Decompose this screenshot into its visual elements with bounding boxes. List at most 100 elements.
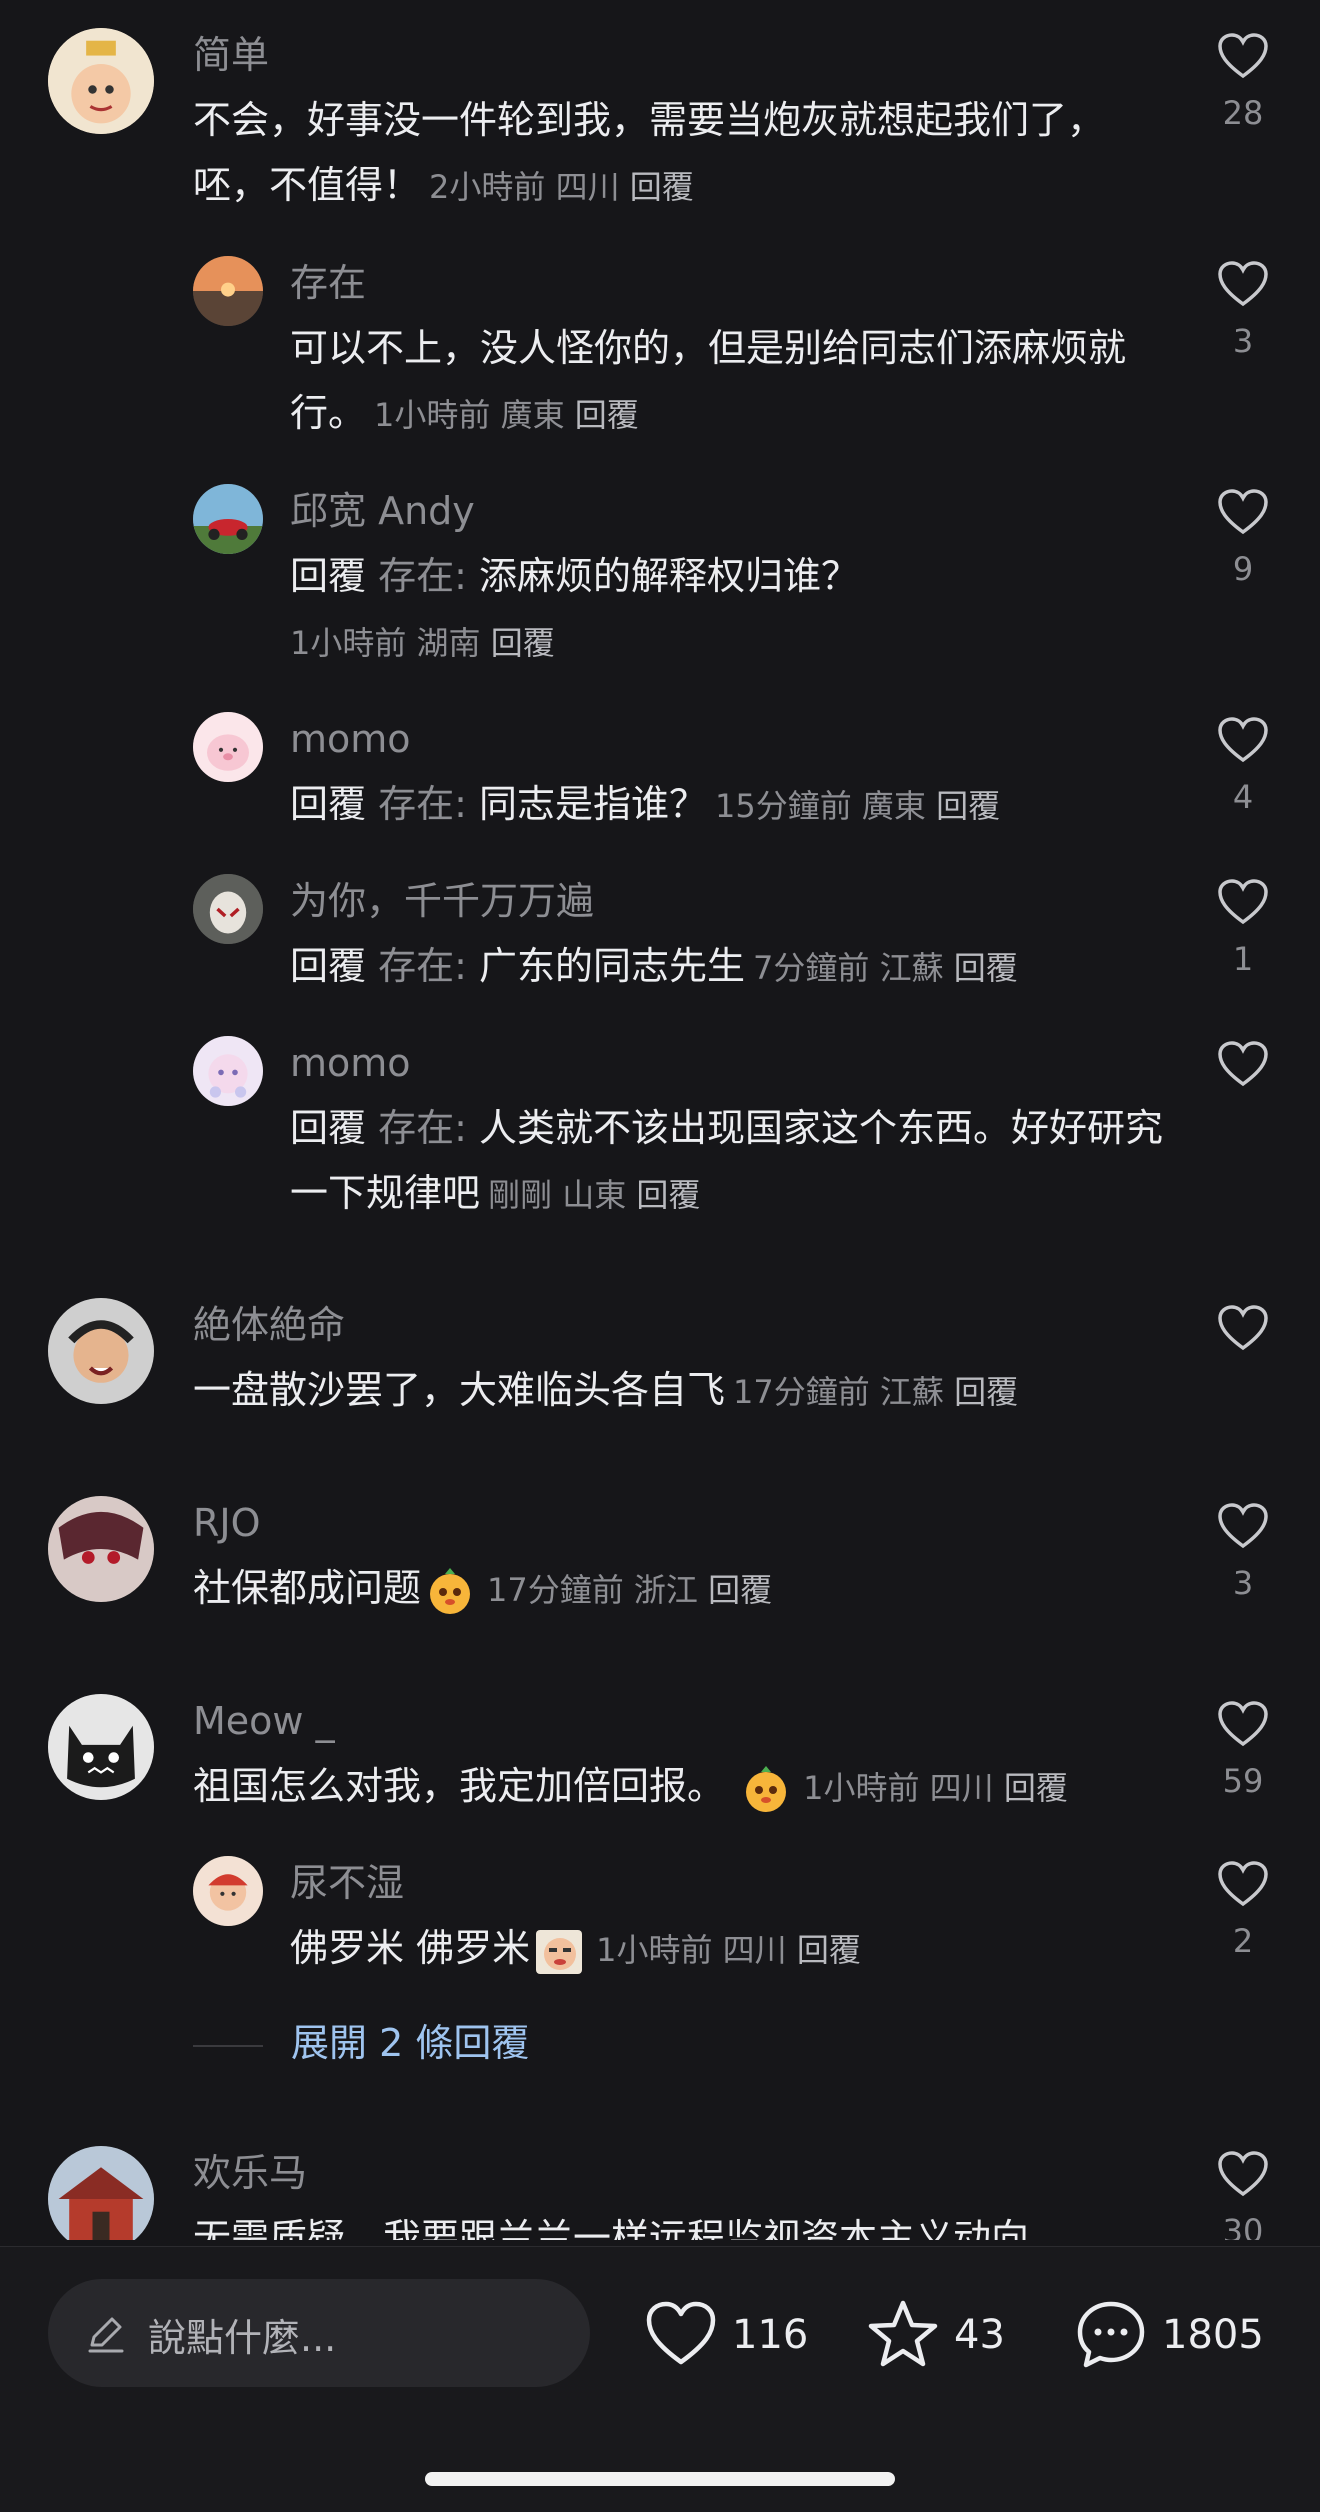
comment-meta: 7分鐘前 江蘇 回覆 <box>753 949 1018 987</box>
avatar[interactable] <box>48 1496 154 1602</box>
bottom-bar: 說點什麼... 116 43 1805 <box>0 2246 1320 2512</box>
comment-region: 四川 <box>555 168 620 206</box>
comment-body: 社保都成问题 17分鐘前 浙江 回覆 <box>193 1556 1173 1623</box>
reply-prefix: 回覆 <box>290 554 367 598</box>
reply-button[interactable]: 回覆 <box>797 1931 861 1969</box>
reply-button[interactable]: 回覆 <box>1004 1769 1068 1807</box>
comment-author[interactable]: 存在 <box>290 258 366 308</box>
reply-button[interactable]: 回覆 <box>708 1571 772 1609</box>
comments-button[interactable]: 1805 <box>1074 2295 1264 2375</box>
comment-time: 15分鐘前 <box>715 787 852 825</box>
comment-meta: 1小時前 四川 回覆 <box>803 1769 1068 1807</box>
like-button[interactable]: 59 <box>1215 1700 1271 1800</box>
comment-region: 浙江 <box>633 1571 698 1609</box>
comment-body: 一盘散沙罢了，大难临头各自飞 17分鐘前 江蘇 回覆 <box>193 1358 1173 1425</box>
like-button[interactable]: 2 <box>1215 1860 1271 1960</box>
reply-button[interactable]: 回覆 <box>954 1373 1018 1411</box>
heart-icon <box>1218 33 1268 79</box>
comment-text: 祖国怎么对我，我定加倍回报。 <box>193 1764 726 1808</box>
comment-author[interactable]: 邱宽 Andy <box>290 486 475 536</box>
heart-icon <box>1218 879 1268 925</box>
like-button[interactable]: 9 <box>1215 488 1271 588</box>
avatar[interactable] <box>193 712 263 782</box>
like-button[interactable] <box>1215 1040 1271 1102</box>
reply-target[interactable]: 存在: <box>378 554 467 598</box>
avatar[interactable] <box>48 1694 154 1800</box>
comment-time: 剛剛 <box>488 1176 553 1214</box>
comment-region: 江蘇 <box>879 1373 944 1411</box>
comment-time: 1小時前 <box>290 624 407 662</box>
post-like-count: 116 <box>732 2312 809 2358</box>
comment-region: 山東 <box>562 1176 627 1214</box>
comment-time: 1小時前 <box>596 1931 713 1969</box>
reply-target[interactable]: 存在: <box>378 1106 467 1150</box>
comment-author[interactable]: RJO <box>193 1498 261 1548</box>
heart-icon <box>646 2301 716 2365</box>
avatar[interactable] <box>48 1298 154 1404</box>
avatar[interactable] <box>193 484 263 554</box>
avatar[interactable] <box>193 256 263 326</box>
reply-button[interactable]: 回覆 <box>636 1176 700 1214</box>
comment-region: 四川 <box>722 1931 787 1969</box>
comment-author[interactable]: 简单 <box>193 30 269 80</box>
comment-author[interactable]: momo <box>290 1038 411 1088</box>
reply-button[interactable]: 回覆 <box>936 787 1000 825</box>
reply-prefix: 回覆 <box>290 1106 367 1150</box>
emoji-sticker-icon <box>430 1567 471 1614</box>
comment-time: 1小時前 <box>803 1769 920 1807</box>
comment-body: 回覆 存在: 广东的同志先生 7分鐘前 江蘇 回覆 <box>290 934 1170 1001</box>
comment-text: 无需质疑，我要跟兰兰一样远程监视资本主义动向 <box>193 2216 1030 2240</box>
avatar[interactable] <box>193 1036 263 1106</box>
comment-time: 2小時前 <box>429 168 546 206</box>
comment-meta: 剛剛 山東 回覆 <box>488 1176 700 1214</box>
comment-region: 四川 <box>929 1769 994 1807</box>
comment-time: 17分鐘前 <box>487 1571 624 1609</box>
avatar[interactable] <box>48 28 154 134</box>
comment-author[interactable]: 絶体絶命 <box>193 1300 345 1350</box>
heart-icon <box>1218 489 1268 535</box>
reply-button[interactable]: 回覆 <box>575 396 639 434</box>
like-button[interactable]: 3 <box>1215 260 1271 360</box>
heart-icon <box>1218 1041 1268 1087</box>
like-button[interactable]: 30 <box>1215 2150 1271 2240</box>
like-post-button[interactable]: 116 <box>644 2295 808 2375</box>
reply-target[interactable]: 存在: <box>378 782 467 826</box>
heart-icon <box>1218 261 1268 307</box>
avatar[interactable] <box>193 874 263 944</box>
comment-author[interactable]: 为你，千千万万遍 <box>290 876 594 926</box>
comment-time: 7分鐘前 <box>753 949 870 987</box>
avatar[interactable] <box>193 1856 263 1926</box>
heart-icon <box>1218 717 1268 763</box>
comment-text: 佛罗米 佛罗米 <box>290 1926 531 1970</box>
expand-replies-button[interactable]: 展開 2 條回覆 <box>193 2012 529 2067</box>
like-button[interactable]: 4 <box>1215 716 1271 816</box>
like-button[interactable]: 28 <box>1215 32 1271 132</box>
home-indicator[interactable] <box>425 2472 895 2486</box>
comment-author[interactable]: Meow _ <box>193 1696 335 1746</box>
reply-prefix: 回覆 <box>290 782 367 826</box>
avatar[interactable] <box>48 2146 154 2240</box>
heart-icon <box>1218 1861 1268 1907</box>
like-count: 3 <box>1232 322 1254 360</box>
like-button[interactable]: 1 <box>1215 878 1271 978</box>
comment-input[interactable]: 說點什麼... <box>48 2279 590 2387</box>
comment-region: 廣東 <box>500 396 565 434</box>
like-button[interactable] <box>1215 1304 1271 1366</box>
comment-author[interactable]: momo <box>290 714 411 764</box>
comment-text: 同志是指谁？ <box>466 782 708 826</box>
like-count: 2 <box>1232 1922 1254 1960</box>
reply-button[interactable]: 回覆 <box>954 949 1018 987</box>
comment-author[interactable]: 欢乐马 <box>193 2148 307 2198</box>
favorite-button[interactable]: 43 <box>866 2295 1005 2375</box>
emoji-sticker-icon <box>746 1765 787 1812</box>
comment-text: 一盘散沙罢了，大难临头各自飞 <box>193 1368 726 1412</box>
comment-time: 1小時前 <box>374 396 491 434</box>
comment-author[interactable]: 尿不湿 <box>290 1858 404 1908</box>
like-button[interactable]: 3 <box>1215 1502 1271 1602</box>
heart-icon <box>1218 1701 1268 1747</box>
reply-button[interactable]: 回覆 <box>491 624 555 662</box>
like-count: 30 <box>1222 2212 1264 2240</box>
reply-button[interactable]: 回覆 <box>630 168 694 206</box>
star-icon <box>868 2300 938 2367</box>
reply-target[interactable]: 存在: <box>378 944 467 988</box>
